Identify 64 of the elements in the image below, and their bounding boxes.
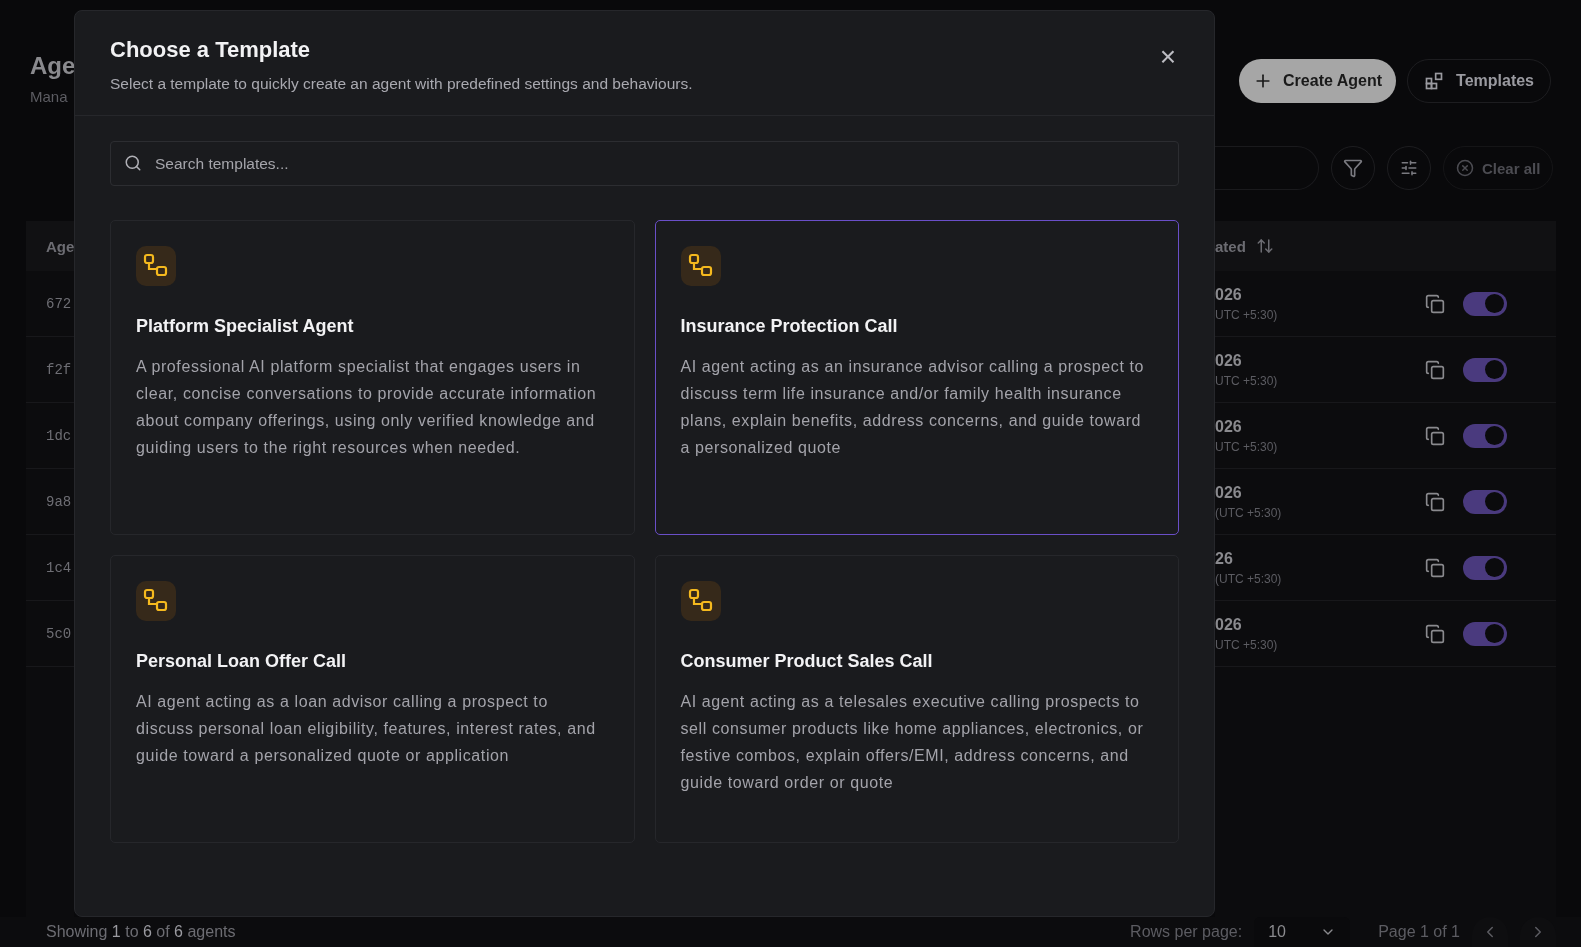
agent-id: 5c0: [45, 625, 72, 642]
date-text: 026: [1215, 483, 1243, 502]
timezone-text: UTC +5:30): [1215, 373, 1279, 388]
column-header: ated: [1215, 237, 1246, 255]
linked-squares-icon: [143, 588, 169, 614]
results-summary: Showing 1 to 6 of 6 agents: [46, 923, 236, 941]
create-agent-button[interactable]: Create Agent: [1239, 59, 1397, 103]
filter-icon: [1343, 158, 1363, 178]
toggle-switch[interactable]: [1463, 621, 1507, 646]
agent-id: 9a8: [45, 493, 72, 510]
timezone-text: (UTC +5:30): [1215, 571, 1283, 586]
dialog-subtitle: Select a template to quickly create an agent with predefined settings and behaviours.: [110, 75, 693, 93]
template-card[interactable]: [654, 220, 1179, 535]
toggle-switch[interactable]: [1463, 489, 1507, 514]
date-text: 026: [1215, 285, 1243, 304]
toggle-switch[interactable]: [1463, 291, 1507, 316]
clear-icon: [1456, 159, 1474, 177]
linked-squares-icon: [143, 253, 169, 279]
copy-icon[interactable]: [1425, 557, 1445, 578]
timezone-text: UTC +5:30): [1215, 439, 1279, 454]
toggle-switch[interactable]: [1463, 423, 1507, 448]
timezone-text: (UTC +5:30): [1215, 505, 1283, 520]
template-title: Insurance Protection Call: [680, 316, 899, 337]
template-card[interactable]: [110, 220, 635, 535]
timezone-text: UTC +5:30): [1215, 307, 1279, 322]
date-text: 026: [1215, 615, 1243, 634]
agent-id: 1dc: [45, 427, 72, 444]
template-description: AI agent acting as a telesales executive calling prospects to sell consumer products like home appliances, electronics, or festive combos, explain offers/EMI, address concerns, and guide toward order or quote: [680, 692, 1145, 793]
date-text: 026: [1215, 417, 1243, 436]
blocks-icon: [1424, 71, 1445, 91]
template-title: Personal Loan Offer Call: [136, 651, 348, 672]
dialog-title: Choose a Template: [110, 37, 312, 63]
search-icon: [124, 154, 142, 172]
template-title: Platform Specialist Agent: [136, 316, 355, 337]
rows-per-page-label: Rows per page:: [1130, 923, 1243, 941]
page-subtitle: Mana: [30, 88, 69, 105]
date-text: 26: [1215, 549, 1234, 568]
linked-squares-icon: [687, 588, 714, 614]
linked-squares-icon: [687, 253, 714, 279]
template-description: A professional AI platform specialist that engages users in clear, concise conversations to provide accurate information about company offerings, using only verified knowledge and guiding users to the right resources when needed.: [136, 357, 598, 458]
timezone-text: UTC +5:30): [1215, 637, 1279, 652]
sort-icon[interactable]: [1255, 237, 1274, 255]
template-card[interactable]: [654, 555, 1179, 843]
agent-id: 672: [45, 295, 72, 312]
copy-icon[interactable]: [1425, 293, 1445, 314]
toggle-switch[interactable]: [1463, 357, 1507, 382]
template-card[interactable]: Personal Loan Offer Call AI agent acting as a loan advisor calling a prospect to discuss personal loan eligibility, features, interest rates, and guide toward a personalized quote or application: [110, 555, 635, 843]
copy-icon[interactable]: [1425, 623, 1445, 644]
agent-id: 1c4: [45, 559, 72, 576]
sliders-icon: [1400, 159, 1418, 177]
page-indicator: Page 1 of 1: [1378, 923, 1460, 941]
agent-id: f2f: [45, 361, 72, 378]
column-header: Age: [46, 237, 74, 255]
date-text: 026: [1215, 351, 1243, 370]
copy-icon[interactable]: [1425, 359, 1445, 380]
search-field[interactable]: Search templates...: [110, 141, 1179, 186]
template-description: AI agent acting as an insurance advisor calling a prospect to discuss term life insurance and/or family health insurance plans, explain benefits, address concerns, and guide toward a personalized quote: [680, 357, 1146, 458]
copy-icon[interactable]: [1425, 425, 1445, 446]
close-button[interactable]: ×: [1155, 43, 1180, 71]
template-description: AI agent acting as a loan advisor calling a prospect to discuss personal loan eligibility, features, interest rates, and guide toward a personalized quote or application: [136, 692, 597, 766]
template-title: Consumer Product Sales Call: [680, 651, 934, 672]
toggle-switch[interactable]: [1463, 555, 1507, 580]
page-title: Age: [30, 52, 74, 80]
copy-icon[interactable]: [1425, 491, 1445, 512]
